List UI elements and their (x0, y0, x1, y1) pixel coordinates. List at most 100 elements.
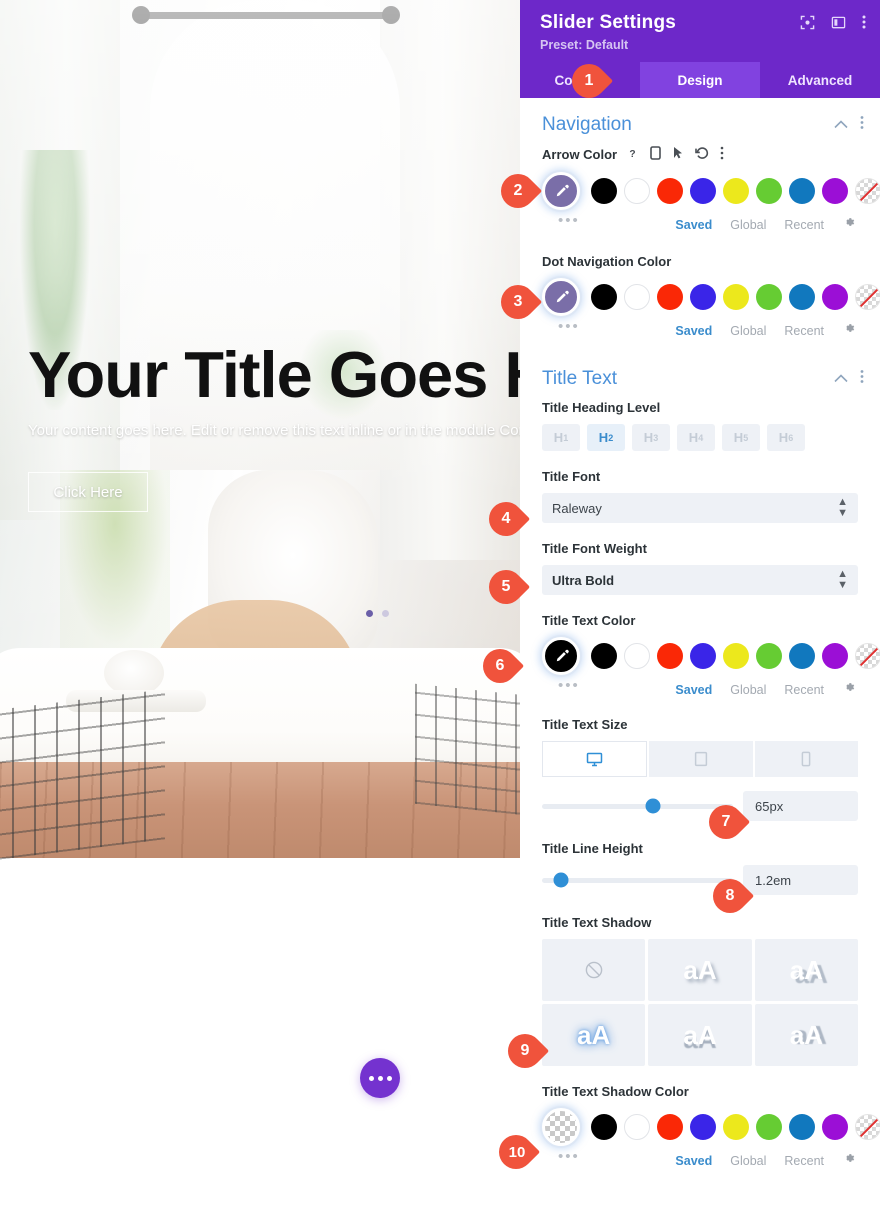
settings-gear-icon[interactable] (842, 215, 856, 234)
swatch-white[interactable] (624, 643, 650, 669)
shadow-preset-none[interactable] (542, 939, 646, 1001)
settings-gear-icon[interactable] (842, 1151, 856, 1170)
slide-cta-button[interactable]: Click Here (28, 472, 148, 512)
swatch-white[interactable] (624, 178, 650, 204)
swatch-black[interactable] (591, 1114, 617, 1140)
swatch-green[interactable] (756, 1114, 782, 1140)
swatch-black[interactable] (591, 643, 617, 669)
swatch-blue[interactable] (690, 643, 716, 669)
tab-design[interactable]: Design (640, 62, 760, 98)
kebab-menu-icon[interactable] (862, 14, 866, 30)
swatch-blue[interactable] (690, 1114, 716, 1140)
swatch-green[interactable] (756, 643, 782, 669)
help-icon[interactable]: ? (626, 147, 639, 163)
recent-tab[interactable]: Recent (784, 683, 824, 697)
saved-tab[interactable]: Saved (675, 218, 712, 232)
swatch-purple[interactable] (822, 284, 848, 310)
swatch-white[interactable] (624, 1114, 650, 1140)
swatch-purple[interactable] (822, 178, 848, 204)
swatch-transparent[interactable] (855, 1114, 880, 1140)
panel-preset-selector[interactable]: Preset: Default (540, 38, 864, 52)
tab-advanced[interactable]: Advanced (760, 62, 880, 98)
layout-icon[interactable] (831, 15, 846, 30)
swatch-black[interactable] (591, 284, 617, 310)
swatch-white[interactable] (624, 284, 650, 310)
heading-level-h3[interactable]: H3 (632, 424, 670, 451)
recent-tab[interactable]: Recent (784, 324, 824, 338)
title-font-weight-select[interactable]: Ultra Bold ▲ ▼ (542, 565, 858, 595)
slide-dot-active[interactable] (366, 610, 373, 617)
shadow-preset-4-selected[interactable]: aA (542, 1004, 646, 1066)
title-line-height-value[interactable]: 1.2em (743, 865, 858, 895)
kebab-menu-icon[interactable] (720, 146, 724, 163)
saved-tab[interactable]: Saved (675, 683, 712, 697)
swatch-teal-blue[interactable] (789, 284, 815, 310)
shadow-preset-5[interactable]: aA (648, 1004, 752, 1066)
global-tab[interactable]: Global (730, 324, 766, 338)
swatch-teal-blue[interactable] (789, 178, 815, 204)
title-text-shadow-color-picker[interactable] (542, 1108, 580, 1146)
shadow-preset-6[interactable]: aA (754, 1004, 858, 1066)
swatch-yellow[interactable] (723, 1114, 749, 1140)
title-text-section-header[interactable]: Title Text (520, 352, 880, 400)
saved-tab[interactable]: Saved (675, 1154, 712, 1168)
navigation-section-header[interactable]: Navigation (520, 98, 880, 146)
hover-icon[interactable] (672, 146, 684, 163)
swatch-purple[interactable] (822, 1114, 848, 1140)
swatch-transparent[interactable] (855, 284, 880, 310)
title-font-select[interactable]: Raleway ▲ ▼ (542, 493, 858, 523)
responsive-icon[interactable] (650, 146, 661, 163)
swatch-blue[interactable] (690, 178, 716, 204)
swatch-purple[interactable] (822, 643, 848, 669)
swatch-teal-blue[interactable] (789, 643, 815, 669)
device-tab-phone[interactable] (754, 741, 858, 777)
heading-level-h4[interactable]: H4 (677, 424, 715, 451)
heading-level-h2[interactable]: H2 (587, 424, 625, 451)
swatch-yellow[interactable] (723, 178, 749, 204)
saved-tab[interactable]: Saved (675, 324, 712, 338)
focus-icon[interactable] (800, 15, 815, 30)
swatch-red[interactable] (657, 284, 683, 310)
swatch-transparent[interactable] (855, 643, 880, 669)
swatch-teal-blue[interactable] (789, 1114, 815, 1140)
title-line-height-slider[interactable] (542, 872, 733, 888)
global-tab[interactable]: Global (730, 1154, 766, 1168)
chevron-up-icon[interactable] (834, 370, 848, 388)
device-tab-desktop[interactable] (542, 741, 648, 777)
page-settings-fab[interactable] (360, 1058, 400, 1098)
swatch-red[interactable] (657, 178, 683, 204)
swatch-blue[interactable] (690, 284, 716, 310)
shadow-preset-3[interactable]: aA (754, 939, 858, 1001)
swatch-red[interactable] (657, 1114, 683, 1140)
title-text-size-value[interactable]: 65px (743, 791, 858, 821)
swatch-yellow[interactable] (723, 643, 749, 669)
kebab-menu-icon[interactable] (860, 115, 864, 135)
heading-level-h1[interactable]: H1 (542, 424, 580, 451)
arrow-color-picker[interactable] (542, 172, 580, 210)
slide-dot-navigation[interactable] (366, 610, 389, 617)
title-text-size-slider[interactable] (542, 798, 733, 814)
dot-navigation-color-picker[interactable] (542, 278, 580, 316)
swatch-transparent[interactable] (855, 178, 880, 204)
settings-gear-icon[interactable] (842, 321, 856, 340)
reset-icon[interactable] (695, 146, 709, 163)
slide-dot-inactive[interactable] (382, 610, 389, 617)
heading-level-h6[interactable]: H6 (767, 424, 805, 451)
title-text-size-slider-knob[interactable] (645, 798, 661, 814)
swatch-yellow[interactable] (723, 284, 749, 310)
shadow-preset-2[interactable]: aA (648, 939, 752, 1001)
device-tab-tablet[interactable] (649, 741, 753, 777)
title-text-color-picker[interactable] (542, 637, 580, 675)
global-tab[interactable]: Global (730, 218, 766, 232)
settings-gear-icon[interactable] (842, 680, 856, 699)
swatch-green[interactable] (756, 178, 782, 204)
swatch-red[interactable] (657, 643, 683, 669)
recent-tab[interactable]: Recent (784, 1154, 824, 1168)
swatch-green[interactable] (756, 284, 782, 310)
global-tab[interactable]: Global (730, 683, 766, 697)
heading-level-h5[interactable]: H5 (722, 424, 760, 451)
chevron-up-icon[interactable] (834, 116, 848, 134)
title-line-height-slider-knob[interactable] (553, 872, 569, 888)
kebab-menu-icon[interactable] (860, 369, 864, 389)
swatch-black[interactable] (591, 178, 617, 204)
